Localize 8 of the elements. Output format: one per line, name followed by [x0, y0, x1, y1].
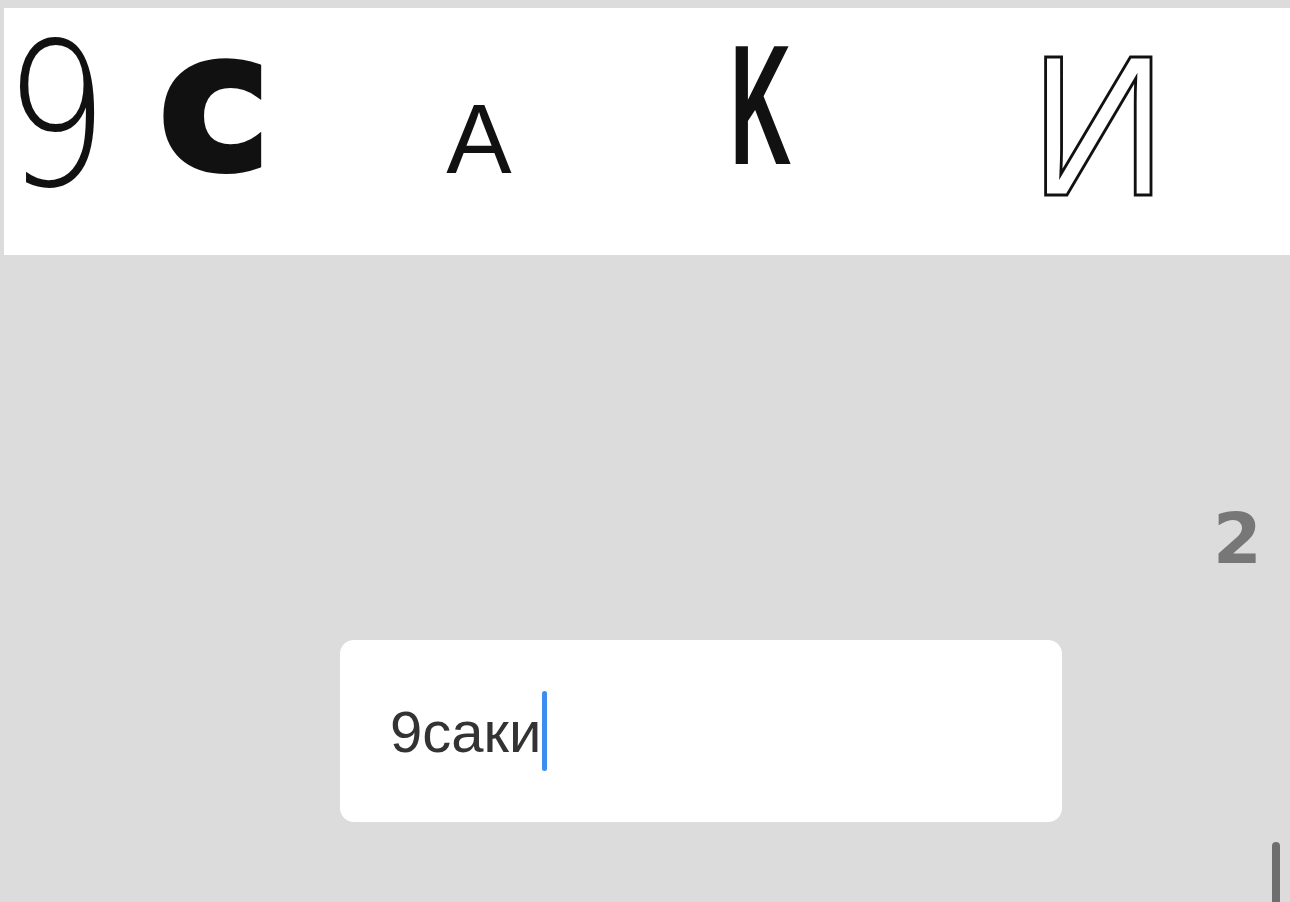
captcha-character: A — [446, 83, 512, 188]
answer-field[interactable]: 9саки — [340, 640, 1062, 822]
captcha-character: c — [158, 8, 272, 198]
captcha-character: 9 — [4, 8, 109, 216]
captcha-character: K — [729, 9, 791, 190]
captcha-character: И — [1030, 13, 1167, 226]
scrollbar-thumb[interactable] — [1272, 842, 1280, 902]
counter: 2 — [1213, 503, 1262, 582]
